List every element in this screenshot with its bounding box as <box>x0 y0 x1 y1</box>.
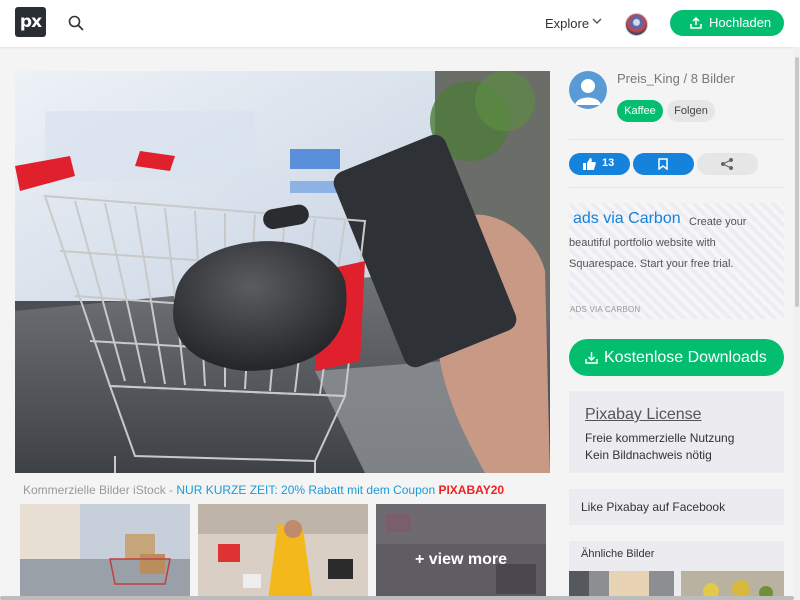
like-button[interactable]: 13 <box>569 153 630 175</box>
author-avatar[interactable] <box>569 71 607 109</box>
carbon-ad[interactable]: ads via Carbon Create your beautiful por… <box>569 203 784 319</box>
divider <box>569 187 784 188</box>
similar-images-title: Ähnliche Bilder <box>581 548 655 560</box>
user-avatar[interactable] <box>625 13 648 36</box>
scrollbar-thumb[interactable] <box>795 57 799 307</box>
promo-coupon: PIXABAY20 <box>438 483 505 497</box>
chevron-down-icon <box>592 18 602 24</box>
download-label: Kostenlose Downloads <box>604 349 767 366</box>
view-more-thumbnail[interactable]: + view more <box>376 504 546 600</box>
divider <box>569 139 784 140</box>
license-no-attribution: Kein Bildnachweis nötig <box>585 448 712 462</box>
vertical-scrollbar[interactable] <box>794 47 800 600</box>
bookmark-icon <box>658 158 668 170</box>
free-download-button[interactable]: Kostenlose Downloads <box>569 339 784 376</box>
main-photo[interactable] <box>15 71 550 473</box>
explore-menu[interactable]: Explore <box>545 16 602 31</box>
view-more-label: + view more <box>414 551 508 568</box>
related-thumbnail[interactable] <box>20 504 190 600</box>
like-count: 13 <box>602 157 615 169</box>
promo-prefix: Kommerzielle Bilder iStock - <box>23 483 177 497</box>
horizontal-scrollbar[interactable] <box>0 596 794 600</box>
coffee-button[interactable]: Kaffee <box>617 100 663 122</box>
follow-button[interactable]: Folgen <box>667 100 715 122</box>
related-thumbnail[interactable] <box>198 504 368 600</box>
upload-button[interactable]: Hochladen <box>670 10 784 36</box>
license-box: Pixabay License Freie kommerzielle Nutzu… <box>569 391 784 473</box>
license-title[interactable]: Pixabay License <box>585 406 702 424</box>
author-name[interactable]: Preis_King / 8 Bilder <box>617 71 735 86</box>
top-header: px Explore Hochladen <box>0 0 800 47</box>
pixabay-logo[interactable]: px <box>15 7 46 37</box>
license-commercial-use: Freie kommerzielle Nutzung <box>585 431 735 445</box>
istock-promo[interactable]: Kommerzielle Bilder iStock - NUR KURZE Z… <box>23 483 504 497</box>
search-icon[interactable] <box>68 15 84 31</box>
thumbs-up-icon <box>583 158 596 170</box>
share-button[interactable] <box>697 153 758 175</box>
upload-label: Hochladen <box>709 15 772 30</box>
carbon-ad-text[interactable]: Create your beautiful portfolio website … <box>569 212 779 275</box>
similar-images-box: Ähnliche Bilder <box>569 541 784 600</box>
upload-icon <box>690 16 702 29</box>
promo-accent: NUR KURZE ZEIT: 20% Rabatt mit dem Coupo… <box>176 483 439 497</box>
explore-label: Explore <box>545 16 590 31</box>
bookmark-button[interactable] <box>633 153 694 175</box>
carbon-ad-byline[interactable]: ADS VIA CARBON <box>570 305 640 314</box>
facebook-like-box[interactable]: Like Pixabay auf Facebook <box>569 489 784 525</box>
share-icon <box>721 158 733 170</box>
download-icon <box>585 352 598 364</box>
